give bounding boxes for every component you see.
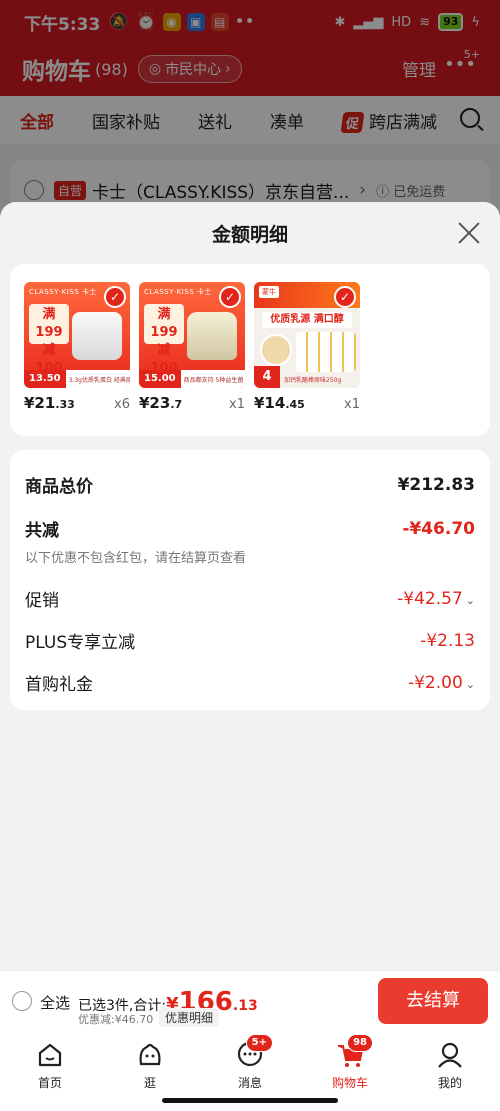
promo-value: -¥42.57 ⌄ — [397, 589, 475, 609]
product-item[interactable]: CLASSY·KISS 卡士 满199 减100 ✓ 15.00 商品都支持 5… — [139, 282, 245, 412]
plus-label: PLUS专享立减 — [25, 633, 136, 653]
nav-label: 逛 — [143, 1076, 156, 1090]
price-strip: 13.50 3.3g优质乳蛋白 经典原味 — [24, 370, 130, 388]
count-tag: 4 — [254, 366, 280, 388]
brand-label: 蒙牛 — [259, 286, 279, 298]
bottles-image — [296, 332, 356, 372]
promo-badge: 满199 减100 — [29, 304, 69, 376]
gift-row[interactable]: 首购礼金 -¥2.00 ⌄ — [25, 670, 475, 696]
gift-label: 首购礼金 — [25, 675, 93, 695]
sheet-title: 金额明细 — [211, 224, 288, 246]
product-headline: 优质乳源 满口醇 — [262, 312, 352, 328]
discount-detail-button[interactable]: 优惠明细 — [159, 1008, 220, 1027]
reduce-value: -¥46.70 — [402, 518, 475, 539]
nav-label: 我的 — [437, 1076, 462, 1090]
promo-amount: -¥42.57 — [397, 588, 463, 609]
product-desc: 3.3g优质乳蛋白 经典原味 — [68, 376, 130, 384]
close-icon[interactable] — [456, 220, 482, 246]
products-card: CLASSY·KISS 卡士 满199 减100 ✓ 13.50 3.3g优质乳… — [10, 264, 490, 436]
select-all-radio[interactable] — [12, 991, 32, 1011]
brand-label: CLASSY·KISS 卡士 — [29, 288, 97, 296]
product-price: ¥14.45 — [254, 394, 305, 412]
promo-row[interactable]: 促销 -¥42.57 ⌄ — [25, 586, 475, 612]
nav-label: 购物车 — [331, 1076, 368, 1090]
checkout-button[interactable]: 去结算 — [378, 978, 488, 1024]
total-row: 商品总价 ¥212.83 — [25, 472, 475, 498]
product-meta: ¥23.7 x1 — [139, 394, 245, 412]
chevron-down-icon: ⌄ — [465, 677, 475, 691]
message-icon-wrap: 5+ — [235, 1034, 273, 1070]
brand-label: CLASSY·KISS 卡士 — [144, 288, 212, 296]
explore-icon — [139, 1043, 161, 1066]
amount-dec: .13 — [232, 998, 258, 1014]
product-qty: x1 — [229, 397, 245, 412]
gift-amount: -¥2.00 — [407, 672, 463, 693]
product-item[interactable]: 蒙牛 优质乳源 满口醇 ✓ 4 加钙乳酪棒原味250g ¥14.45 x1 — [254, 282, 360, 412]
product-thumbnail: CLASSY·KISS 卡士 满199 减100 ✓ 15.00 商品都支持 5… — [139, 282, 245, 388]
cheese-stick-image — [260, 334, 292, 366]
reduce-note: 以下优惠不包含红包，请在结算页查看 — [25, 551, 247, 566]
price-int: ¥21 — [24, 394, 56, 412]
plus-value: -¥2.13 — [420, 630, 475, 651]
plus-row: PLUS专享立减 -¥2.13 — [25, 628, 475, 654]
reduce-row: 共减 -¥46.70 — [25, 516, 475, 542]
price-tag: 13.50 — [24, 370, 66, 388]
product-desc: 商品都支持 5种益生菌 — [183, 376, 244, 384]
cart-badge: 98 — [347, 1034, 373, 1052]
yogurt-jar-image — [187, 312, 237, 360]
home-indicator[interactable] — [162, 1098, 338, 1103]
price-dec: .33 — [55, 398, 75, 411]
message-badge: 5+ — [245, 1034, 273, 1052]
total-value: ¥212.83 — [397, 474, 475, 495]
price-strip: 15.00 商品都支持 5种益生菌 — [139, 370, 245, 388]
discount-text: 优惠减:¥46.70 — [78, 1013, 154, 1026]
nav-profile[interactable]: 我的 — [420, 1040, 480, 1091]
price-detail-card: 商品总价 ¥212.83 共减 -¥46.70 以下优惠不包含红包，请在结算页查… — [10, 450, 490, 710]
product-meta: ¥21.33 x6 — [24, 394, 130, 412]
yogurt-cup-image — [72, 312, 122, 360]
reduce-label: 共减 — [25, 521, 59, 541]
product-qty: x1 — [344, 397, 360, 412]
product-desc: 加钙乳酪棒原味250g — [284, 377, 342, 384]
price-tag: 15.00 — [139, 370, 181, 388]
home-icon — [38, 1043, 62, 1067]
nav-label: 消息 — [237, 1076, 262, 1090]
gift-value: -¥2.00 ⌄ — [408, 673, 475, 693]
check-icon: ✓ — [104, 286, 126, 308]
nav-home[interactable]: 首页 — [20, 1040, 80, 1091]
product-meta: ¥14.45 x1 — [254, 394, 360, 412]
product-price: ¥23.7 — [139, 394, 182, 412]
price-int: ¥14 — [254, 394, 286, 412]
total-label: 商品总价 — [25, 477, 93, 497]
nav-label: 首页 — [37, 1076, 62, 1090]
promo-label: 促销 — [25, 591, 59, 611]
product-qty: x6 — [114, 397, 130, 412]
product-thumbnail: CLASSY·KISS 卡士 满199 减100 ✓ 13.50 3.3g优质乳… — [24, 282, 130, 388]
price-dec: .7 — [170, 398, 183, 411]
promo-badge: 满199 减100 — [144, 304, 184, 376]
nav-cart[interactable]: 98 购物车 — [320, 1034, 380, 1091]
nav-messages[interactable]: 5+ 消息 — [220, 1034, 280, 1091]
price-dec: .45 — [285, 398, 305, 411]
product-thumbnail: 蒙牛 优质乳源 满口醇 ✓ 4 加钙乳酪棒原味250g — [254, 282, 360, 388]
check-icon: ✓ — [219, 286, 241, 308]
check-icon: ✓ — [334, 286, 356, 308]
profile-icon — [438, 1042, 462, 1068]
checkout-bar: 全选 已选3件,合计:¥166.13 优惠减:¥46.70 优惠明细 去结算 — [0, 970, 500, 1032]
chevron-down-icon: ⌄ — [465, 593, 475, 607]
product-item[interactable]: CLASSY·KISS 卡士 满199 减100 ✓ 13.50 3.3g优质乳… — [24, 282, 130, 412]
price-int: ¥23 — [139, 394, 171, 412]
cart-icon-wrap: 98 — [335, 1034, 373, 1070]
product-price: ¥21.33 — [24, 394, 75, 412]
select-all-label[interactable]: 全选 — [40, 992, 70, 1013]
nav-explore[interactable]: 逛 — [120, 1040, 180, 1091]
